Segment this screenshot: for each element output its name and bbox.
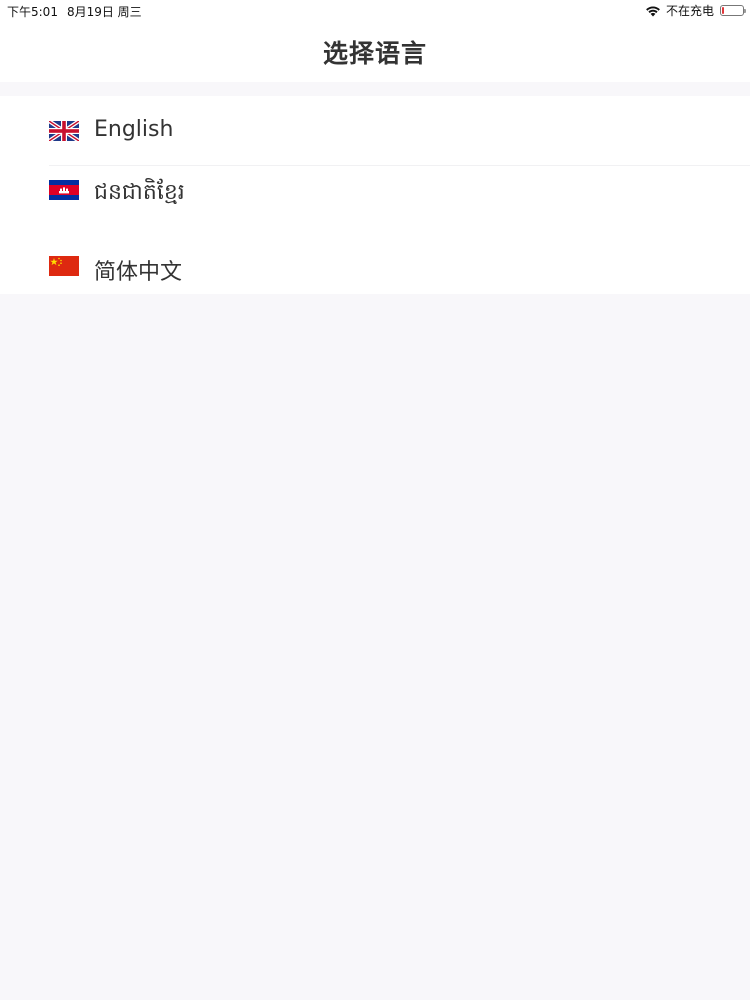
battery-icon — [720, 5, 746, 16]
charging-status: 不在充电 — [665, 4, 714, 18]
language-list: English ជនជាតិខ្មែរ 简体中文 — [0, 96, 750, 294]
language-label-khmer: ជនជាតិខ្មែរ — [94, 180, 185, 205]
navigation-bar: 选择语言 — [0, 22, 750, 82]
page-title: 选择语言 — [322, 39, 427, 68]
china-flag-icon — [49, 256, 79, 276]
uk-flag-icon — [49, 121, 79, 141]
status-date: 8月19日 周三 — [66, 5, 142, 19]
cambodia-flag-icon — [49, 180, 79, 200]
language-option-chinese[interactable]: 简体中文 — [0, 240, 750, 296]
battery-fill — [722, 7, 724, 14]
language-label-english: English — [94, 117, 174, 142]
status-left: 下午5:01 8月19日 周三 — [7, 3, 151, 20]
status-right: 不在充电 — [645, 2, 746, 19]
language-option-khmer[interactable]: ជនជាតិខ្មែរ — [0, 160, 750, 232]
wifi-icon — [646, 5, 660, 16]
language-label-chinese: 简体中文 — [94, 260, 183, 285]
status-bar: 下午5:01 8月19日 周三 不在充电 — [0, 0, 750, 22]
language-option-english[interactable]: English — [0, 104, 750, 166]
status-time: 下午5:01 — [7, 5, 58, 19]
